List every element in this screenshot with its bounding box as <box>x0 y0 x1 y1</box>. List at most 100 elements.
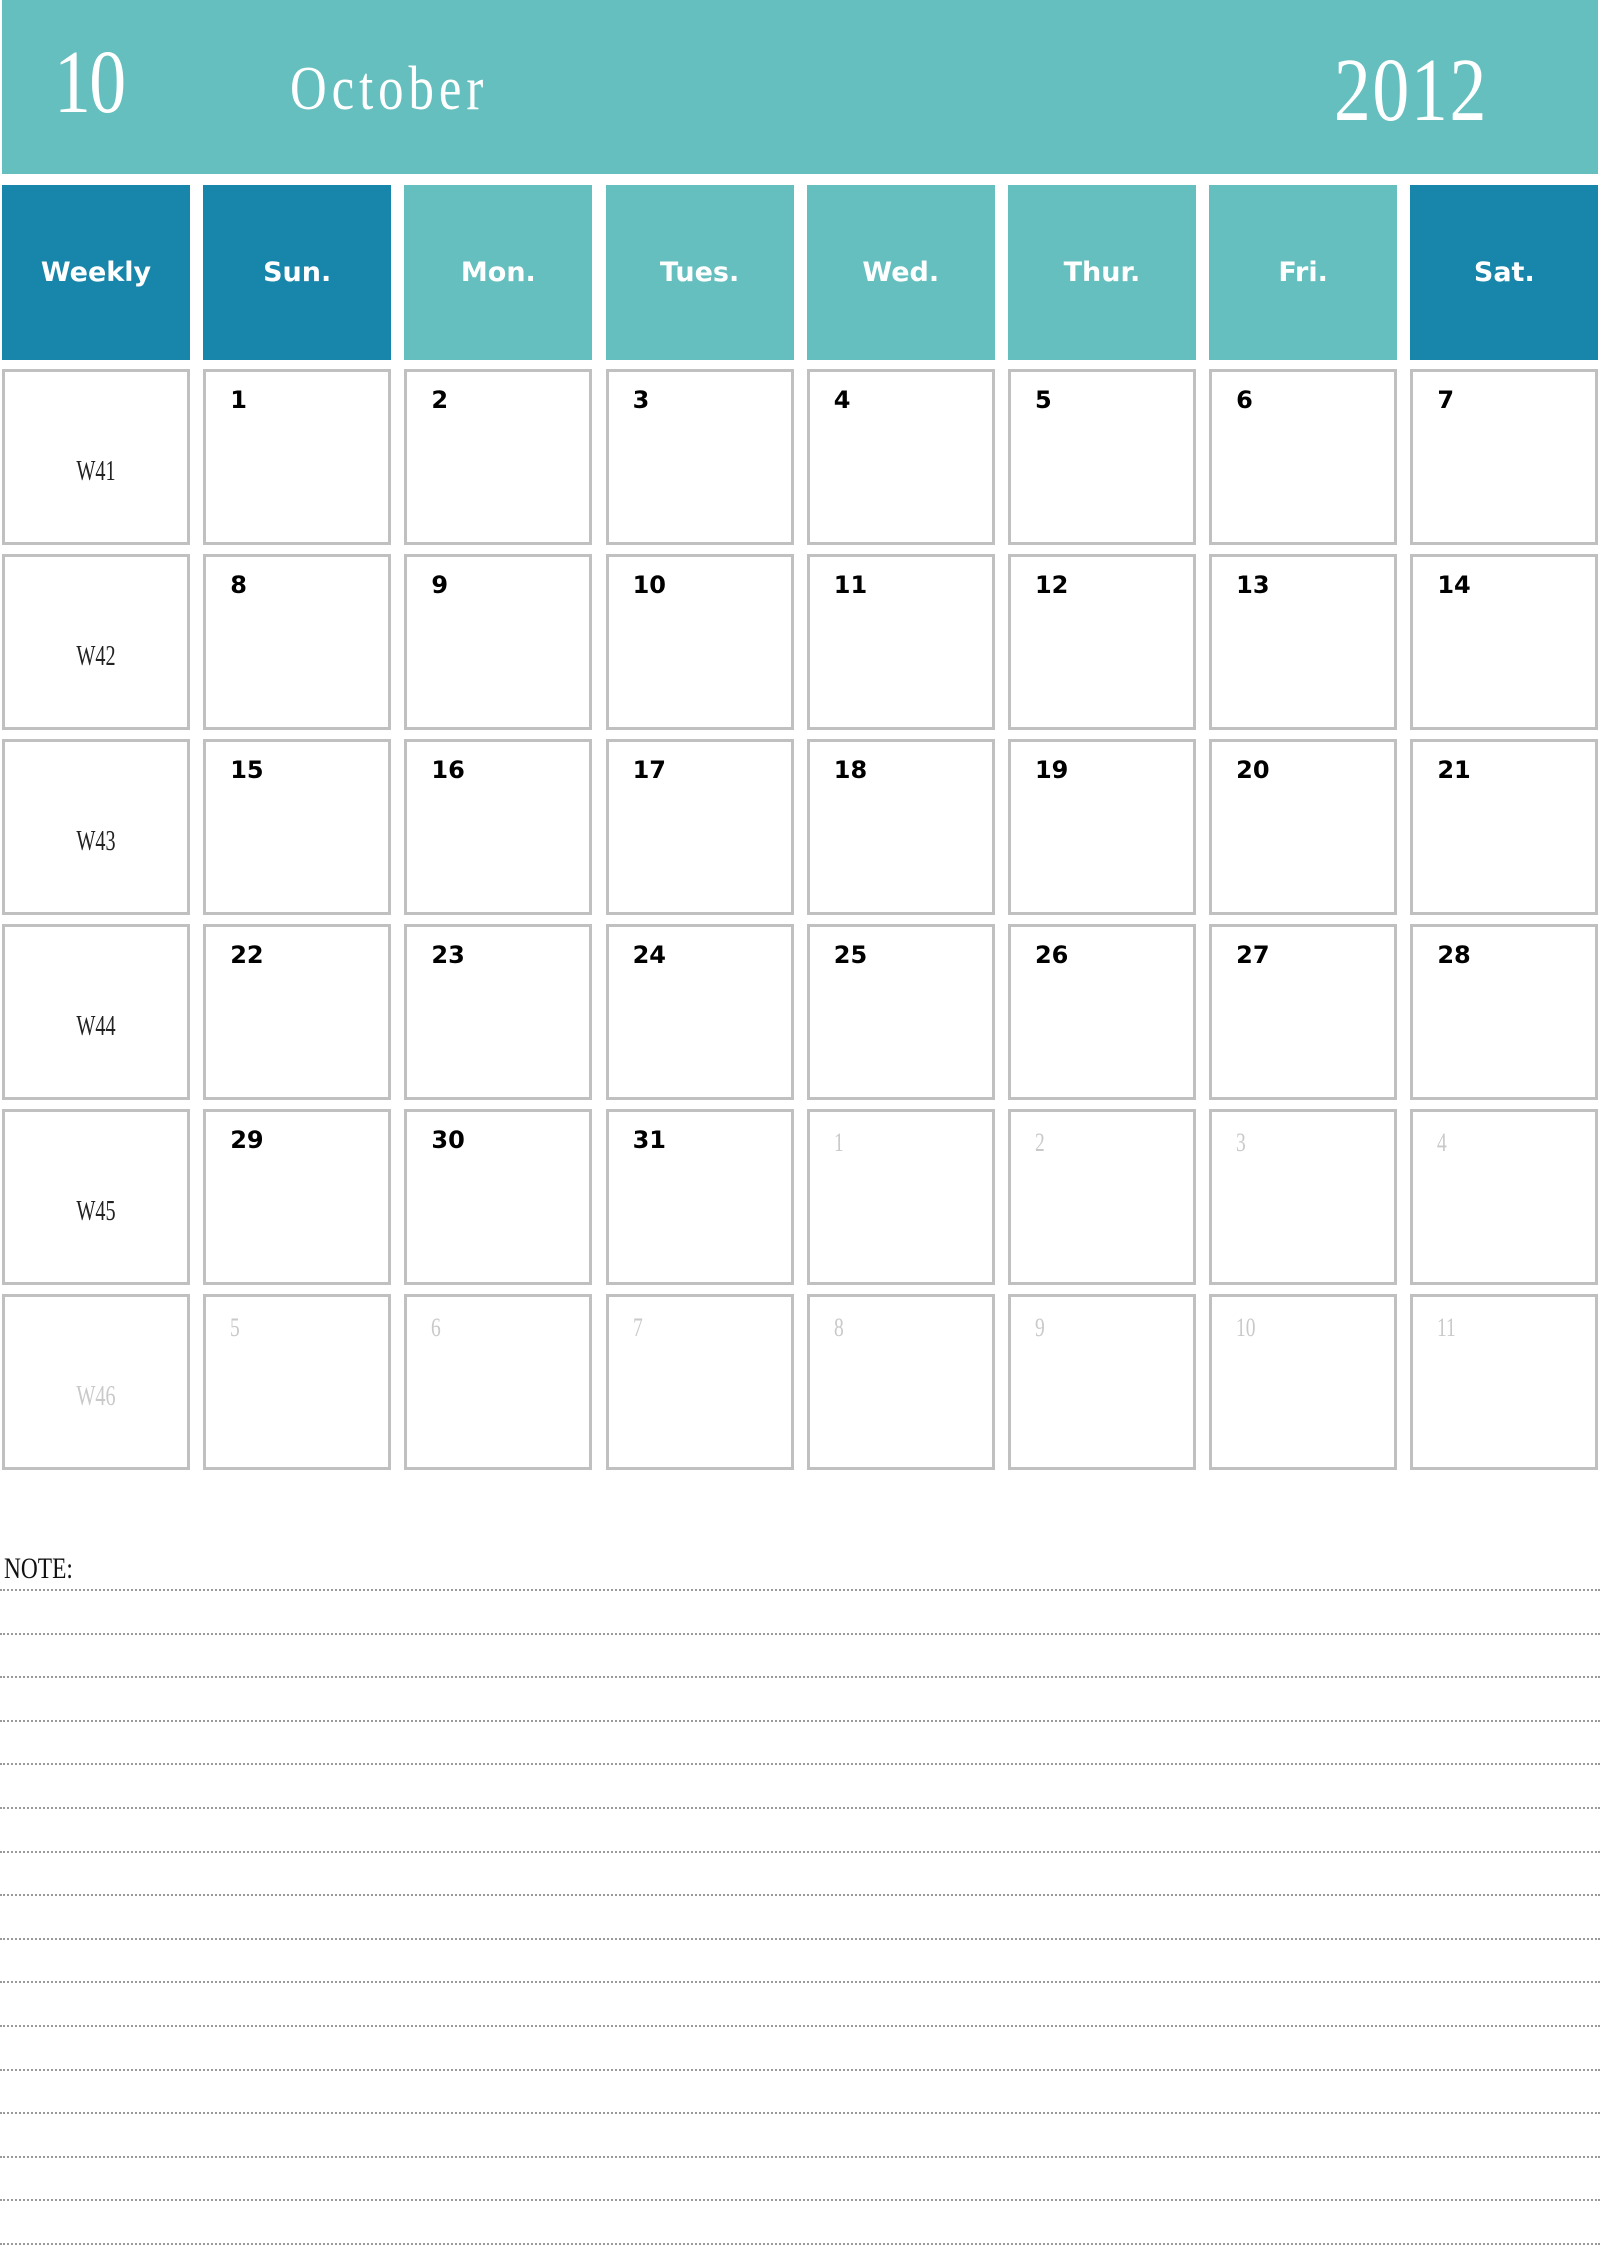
note-line[interactable] <box>0 2068 1600 2071</box>
day-number: 11 <box>833 571 868 599</box>
note-line[interactable] <box>0 2155 1600 2158</box>
day-cell[interactable]: 25 <box>806 924 995 1100</box>
day-cell[interactable]: 9 <box>404 554 593 730</box>
day-cell[interactable]: 1 <box>203 369 392 545</box>
calendar-grid: Weekly Sun. Mon. Tues. Wed. Thur. Fri. Sat. W41 1… <box>2 185 1599 1470</box>
column-header-sat: Sat. <box>1410 185 1599 360</box>
day-cell[interactable]: 19 <box>1007 739 1196 915</box>
day-number: 7 <box>1437 386 1455 414</box>
day-number: 13 <box>1236 571 1270 599</box>
day-cell-outside-month[interactable]: 11 <box>1410 1294 1599 1470</box>
day-cell[interactable]: 28 <box>1410 924 1599 1100</box>
day-number: 14 <box>1437 571 1471 599</box>
note-line[interactable] <box>0 1937 1600 1940</box>
day-cell[interactable]: 14 <box>1410 554 1599 730</box>
week-number-cell: W43 <box>2 739 190 915</box>
day-cell[interactable]: 3 <box>605 369 794 545</box>
column-header-thur: Thur. <box>1007 185 1196 360</box>
week-number-cell: W41 <box>2 369 190 545</box>
day-cell[interactable]: 18 <box>806 739 995 915</box>
month-number: 10 <box>54 33 126 132</box>
day-cell[interactable]: 24 <box>605 924 794 1100</box>
day-cell[interactable]: 2 <box>404 369 593 545</box>
note-line[interactable] <box>0 1589 1600 1591</box>
column-header-weekly: Weekly <box>2 185 190 360</box>
day-cell[interactable]: 7 <box>1410 369 1599 545</box>
day-cell-outside-month[interactable]: 2 <box>1007 1109 1196 1285</box>
note-line[interactable] <box>0 1632 1600 1635</box>
note-line[interactable] <box>0 1894 1600 1897</box>
month-banner: 10 October 2012 <box>2 0 1598 174</box>
week-number-cell: W45 <box>2 1109 190 1285</box>
day-cell-outside-month[interactable]: 4 <box>1410 1109 1599 1285</box>
day-number: 11 <box>1437 1313 1457 1342</box>
column-header-wed: Wed. <box>806 185 995 360</box>
note-line[interactable] <box>0 2112 1600 2115</box>
day-number: 29 <box>230 1126 264 1154</box>
day-number: 8 <box>833 1313 844 1342</box>
note-line[interactable] <box>0 1719 1600 1722</box>
day-cell[interactable]: 12 <box>1007 554 1196 730</box>
day-number: 23 <box>431 941 465 969</box>
note-line[interactable] <box>0 2025 1600 2027</box>
day-number: 7 <box>632 1313 643 1342</box>
day-cell[interactable]: 6 <box>1209 369 1398 545</box>
day-cell[interactable]: 15 <box>203 739 392 915</box>
day-cell[interactable]: 27 <box>1209 924 1398 1100</box>
day-cell[interactable]: 30 <box>404 1109 593 1285</box>
day-cell-outside-month[interactable]: 1 <box>806 1109 995 1285</box>
day-cell-outside-month[interactable]: 7 <box>605 1294 794 1470</box>
day-cell-outside-month[interactable]: 3 <box>1209 1109 1398 1285</box>
day-cell-outside-month[interactable]: 10 <box>1209 1294 1398 1470</box>
day-number: 6 <box>1236 386 1253 414</box>
day-cell[interactable]: 20 <box>1209 739 1398 915</box>
day-cell[interactable]: 13 <box>1209 554 1398 730</box>
day-cell-outside-month[interactable]: 6 <box>404 1294 593 1470</box>
day-cell[interactable]: 5 <box>1007 369 1196 545</box>
day-number: 4 <box>1437 1128 1448 1157</box>
day-number: 27 <box>1236 941 1270 969</box>
note-line[interactable] <box>0 1850 1600 1853</box>
column-header-fri: Fri. <box>1209 185 1398 360</box>
note-line[interactable] <box>0 1981 1600 1984</box>
note-line[interactable] <box>0 1807 1600 1809</box>
day-number: 25 <box>833 941 868 969</box>
day-number: 19 <box>1034 756 1069 784</box>
note-line[interactable] <box>0 2243 1600 2245</box>
day-cell[interactable]: 17 <box>605 739 794 915</box>
week-number: W44 <box>76 1011 116 1042</box>
note-line[interactable] <box>0 1763 1600 1766</box>
day-number: 5 <box>1034 386 1052 414</box>
day-cell[interactable]: 26 <box>1007 924 1196 1100</box>
week-number: W46 <box>76 1381 116 1412</box>
day-number: 26 <box>1034 941 1069 969</box>
day-cell[interactable]: 31 <box>605 1109 794 1285</box>
day-number: 3 <box>632 386 650 414</box>
day-cell-outside-month[interactable]: 8 <box>806 1294 995 1470</box>
week-number-cell: W46 <box>2 1294 190 1470</box>
day-number: 9 <box>431 571 449 599</box>
day-cell[interactable]: 22 <box>203 924 392 1100</box>
notes-label: NOTE: <box>4 1552 73 1585</box>
day-cell-outside-month[interactable]: 5 <box>203 1294 392 1470</box>
day-number: 18 <box>833 756 868 784</box>
day-number: 1 <box>833 1128 844 1157</box>
day-number: 10 <box>632 571 666 599</box>
note-line[interactable] <box>0 1676 1600 1679</box>
day-cell[interactable]: 23 <box>404 924 593 1100</box>
week-number: W41 <box>76 456 116 487</box>
day-number: 3 <box>1236 1128 1246 1157</box>
day-number: 16 <box>431 756 465 784</box>
day-number: 30 <box>431 1126 465 1154</box>
day-cell[interactable]: 11 <box>806 554 995 730</box>
day-cell-outside-month[interactable]: 9 <box>1007 1294 1196 1470</box>
day-cell[interactable]: 21 <box>1410 739 1599 915</box>
note-line[interactable] <box>0 2199 1600 2202</box>
day-cell[interactable]: 29 <box>203 1109 392 1285</box>
day-cell[interactable]: 4 <box>806 369 995 545</box>
day-number: 28 <box>1437 941 1471 969</box>
day-cell[interactable]: 8 <box>203 554 392 730</box>
day-cell[interactable]: 16 <box>404 739 593 915</box>
day-cell[interactable]: 10 <box>605 554 794 730</box>
year: 2012 <box>1333 41 1488 140</box>
